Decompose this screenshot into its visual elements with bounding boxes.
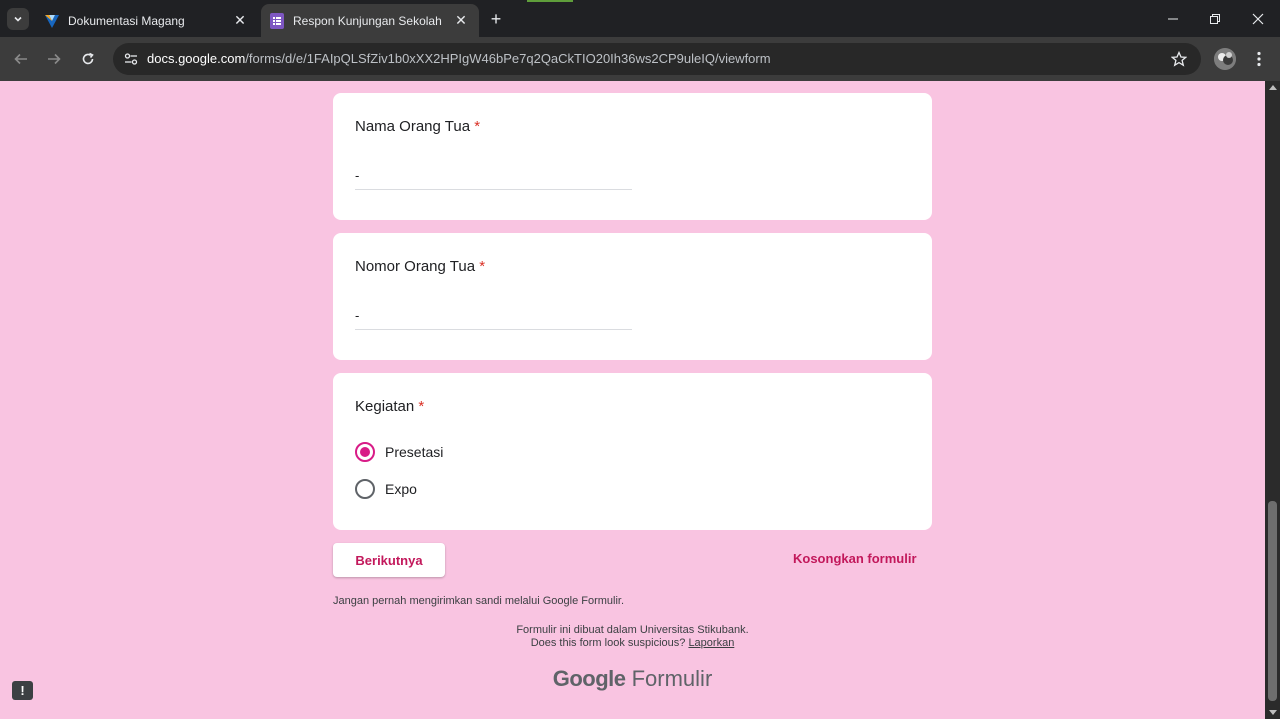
url-text[interactable]: docs.google.com/forms/d/e/1FAIpQLSfZiv1b… [147, 51, 771, 66]
minimize-icon[interactable] [1161, 8, 1185, 30]
scroll-thumb[interactable] [1268, 501, 1277, 701]
required-mark: * [479, 258, 486, 275]
question-title-text: Nama Orang Tua [355, 118, 471, 135]
question-title-text: Kegiatan [355, 398, 415, 415]
report-link[interactable]: Laporkan [688, 637, 734, 649]
question-card-nama-orang-tua: Nama Orang Tua * - [333, 93, 932, 220]
radio-checked-icon[interactable] [355, 442, 375, 462]
required-mark: * [418, 398, 425, 415]
url-host: docs.google.com [147, 51, 246, 66]
scroll-up-arrow-icon[interactable] [1269, 85, 1277, 90]
question-title-text: Nomor Orang Tua [355, 258, 476, 275]
close-icon[interactable]: ✕ [230, 11, 250, 31]
suspicious-text: Does this form look suspicious? [530, 637, 686, 649]
profile-avatar[interactable] [1214, 48, 1236, 70]
back-arrow-icon[interactable] [10, 48, 32, 70]
restore-icon[interactable] [1203, 8, 1227, 30]
radio-label: Expo [385, 481, 417, 497]
question-card-nomor-orang-tua: Nomor Orang Tua * - [333, 233, 932, 360]
site-info-icon[interactable] [121, 49, 141, 69]
password-warning: Jangan pernah mengirimkan sandi melalui … [333, 595, 625, 607]
tab-dokumentasi-magang[interactable]: Dokumentasi Magang ✕ [36, 4, 258, 37]
reload-icon[interactable] [77, 48, 99, 70]
brand-product: Formulir [631, 666, 713, 691]
vuetify-logo-icon [44, 13, 60, 29]
answer-input-nama-orang-tua[interactable]: - [355, 162, 632, 190]
form-page: Nama Orang Tua * - Nomor Orang Tua * - K… [0, 81, 1265, 719]
report-feedback-icon[interactable]: ! [12, 681, 33, 700]
address-bar[interactable]: docs.google.com/forms/d/e/1FAIpQLSfZiv1b… [113, 43, 1201, 75]
forward-arrow-icon[interactable] [43, 48, 65, 70]
window-close-icon[interactable] [1246, 8, 1270, 30]
google-forms-icon [269, 12, 285, 29]
footer-created-in: Formulir ini dibuat dalam Universitas St… [516, 624, 749, 636]
tab-search-button[interactable] [7, 8, 29, 30]
browser-toolbar: docs.google.com/forms/d/e/1FAIpQLSfZiv1b… [0, 37, 1280, 81]
tab-strip: Dokumentasi Magang ✕ Respon Kunjungan Se… [0, 0, 1280, 37]
tab-group-indicator [527, 0, 573, 2]
tab-title: Dokumentasi Magang [68, 13, 185, 28]
question-title: Nomor Orang Tua * [355, 258, 485, 275]
brand-google: Google [552, 666, 626, 691]
footer-suspicious: Does this form look suspicious? Laporkan [333, 637, 932, 649]
tab-respon-kunjungan-sekolah[interactable]: Respon Kunjungan Sekolah ✕ [261, 4, 479, 37]
tab-title: Respon Kunjungan Sekolah [293, 13, 442, 28]
scroll-down-arrow-icon[interactable] [1269, 710, 1277, 715]
question-card-kegiatan: Kegiatan * Presetasi Expo [333, 373, 932, 530]
page-scrollbar[interactable] [1265, 81, 1280, 719]
radio-option-presetasi[interactable]: Presetasi [355, 442, 443, 462]
question-title: Kegiatan * [355, 398, 424, 415]
next-button[interactable]: Berikutnya [333, 543, 445, 577]
clear-form-button[interactable]: Kosongkan formulir [793, 551, 917, 566]
radio-label: Presetasi [385, 444, 444, 460]
radio-option-expo[interactable]: Expo [355, 479, 417, 499]
bookmark-star-icon[interactable] [1169, 49, 1189, 69]
chevron-down-icon [14, 16, 22, 22]
close-icon[interactable]: ✕ [451, 11, 471, 31]
answer-input-nomor-orang-tua[interactable]: - [355, 302, 632, 330]
required-mark: * [474, 118, 481, 135]
google-forms-logo[interactable]: Google Formulir [333, 666, 932, 692]
question-title: Nama Orang Tua * [355, 118, 480, 135]
url-path: /forms/d/e/1FAIpQLSfZiv1b0xXX2HPIgW46bPe… [245, 51, 771, 66]
more-menu-icon[interactable] [1250, 48, 1268, 70]
new-tab-plus-icon[interactable]: + [486, 9, 506, 29]
radio-unchecked-icon[interactable] [355, 479, 375, 499]
